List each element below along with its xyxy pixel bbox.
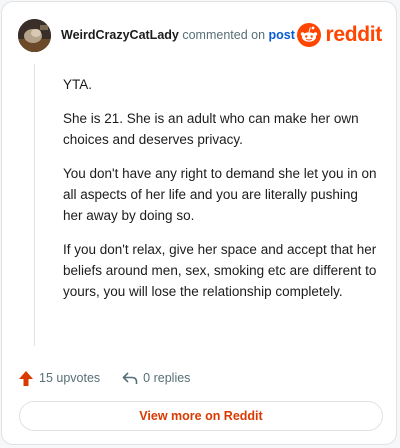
comment-paragraph: She is 21. She is an adult who can make … <box>63 111 359 147</box>
upvotes-stat[interactable]: 15 upvotes <box>18 370 100 387</box>
view-more-button[interactable]: View more on Reddit <box>19 401 383 431</box>
thread-line <box>34 64 35 346</box>
byline: WeirdCrazyCatLady commented on post <box>61 28 297 42</box>
comment-header: WeirdCrazyCatLady commented on post redd… <box>18 18 382 52</box>
reddit-logo[interactable]: reddit <box>297 23 382 47</box>
replies-count: 0 replies <box>143 371 191 385</box>
replies-stat[interactable]: 0 replies <box>122 371 190 385</box>
comment-body: YTA. She is 21. She is an adult who can … <box>63 74 381 315</box>
upvotes-count: 15 upvotes <box>39 371 101 385</box>
comment-paragraph: YTA. <box>63 77 93 92</box>
post-link[interactable]: post <box>269 28 295 42</box>
reply-arrow-icon <box>122 372 138 384</box>
comment-embed-card: WeirdCrazyCatLady commented on post redd… <box>1 1 397 445</box>
reddit-wordmark: reddit <box>325 23 382 46</box>
comment-stats: 15 upvotes 0 replies <box>18 368 190 388</box>
comment-paragraph: If you don't relax, give her space and a… <box>63 242 377 299</box>
user-avatar[interactable] <box>18 18 51 52</box>
reddit-snoo-icon <box>297 23 322 47</box>
upvote-arrow-icon <box>19 370 33 386</box>
commented-on-text: commented on <box>182 28 266 42</box>
username-link[interactable]: WeirdCrazyCatLady <box>61 28 179 42</box>
comment-paragraph: You don't have any right to demand she l… <box>63 166 377 223</box>
